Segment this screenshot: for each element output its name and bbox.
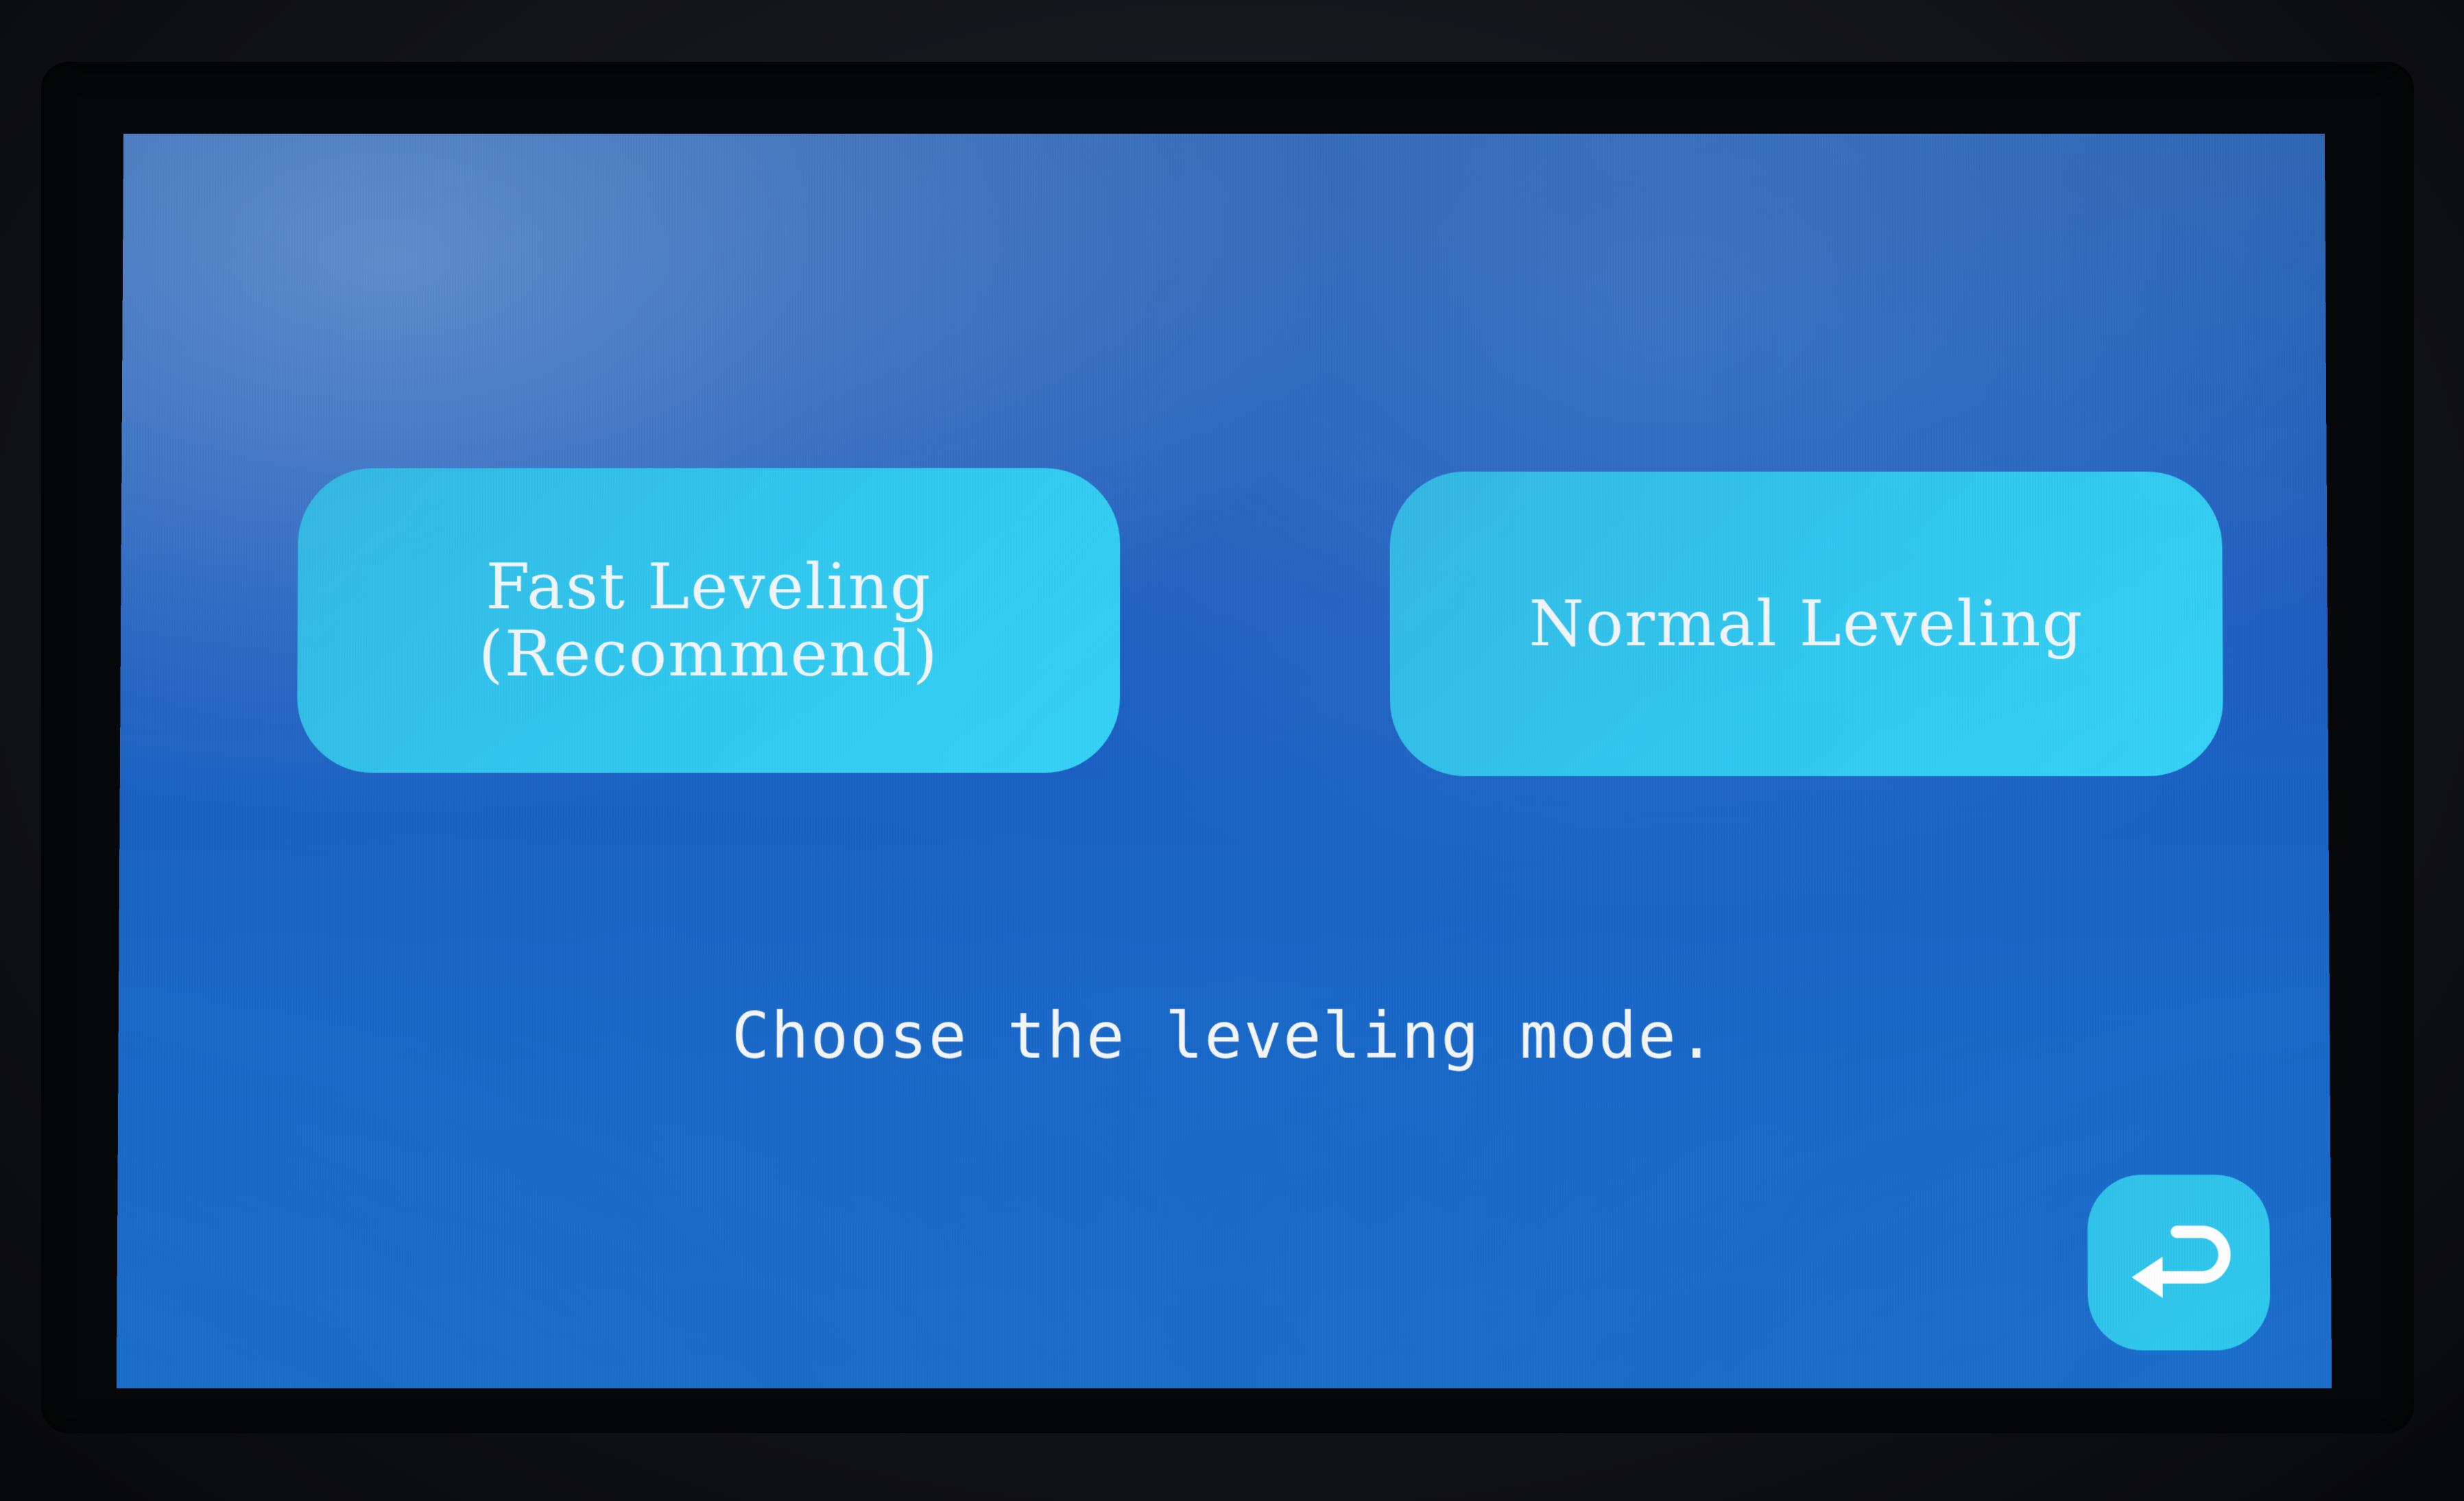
normal-leveling-button[interactable]: Normal Leveling [1389,471,2224,776]
normal-leveling-label: Normal Leveling [1529,586,2084,660]
leveling-mode-prompt: Choose the leveling mode. [731,999,1717,1073]
back-button[interactable] [2087,1175,2271,1351]
return-arrow-icon [2131,1211,2240,1314]
fast-leveling-button[interactable]: Fast Leveling (Recommend) [296,468,1121,773]
touch-screen: Fast Leveling (Recommend) Normal Levelin… [116,134,2332,1389]
fast-leveling-label: Fast Leveling (Recommend) [478,549,940,691]
